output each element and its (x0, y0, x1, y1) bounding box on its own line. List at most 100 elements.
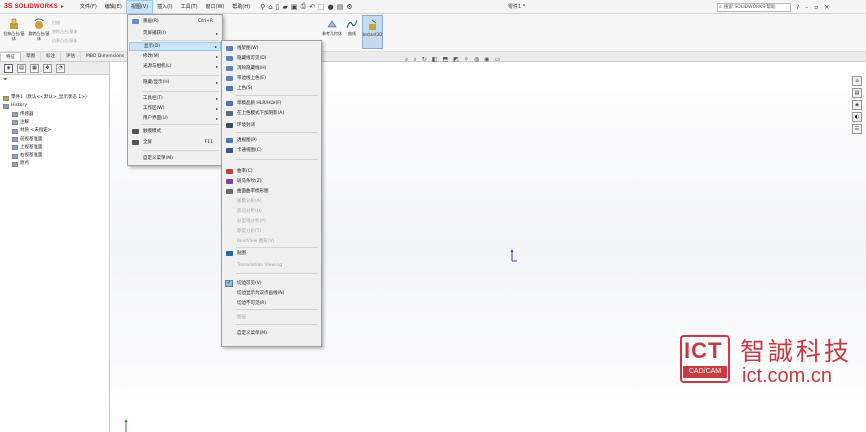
menu-separator (236, 159, 318, 160)
home-icon[interactable]: ⌂ (268, 3, 272, 11)
undo-icon[interactable]: ↶ (309, 3, 315, 11)
select-icon[interactable]: ⬚ (318, 3, 325, 11)
solidworks-resources-icon[interactable]: ⌂ (852, 76, 862, 86)
loft-button[interactable]: 放样凸台/基体 (52, 29, 77, 34)
instant3d-button[interactable]: Instant3D (362, 15, 383, 49)
display-style-icon[interactable]: ◩ (453, 56, 459, 64)
save-icon[interactable]: ▣ (291, 3, 298, 11)
display-menu-item-7[interactable]: 环境封闭 (223, 121, 320, 130)
configuration-manager-tab[interactable]: ▦ (30, 63, 39, 73)
view-menu-item-9[interactable]: 触摸模式 (129, 127, 221, 136)
view-menu-item-3[interactable]: 修改(M) ▸ (129, 52, 221, 61)
open-icon[interactable]: ▰ (283, 3, 288, 11)
view-orientation-icon[interactable]: ⬒ (442, 56, 448, 64)
view-menu-item-10[interactable]: 全屏 F11 (129, 138, 221, 147)
view-menu-item-8[interactable]: 用户界面(U) ▸ (129, 114, 221, 123)
tab-features[interactable]: 特征 (0, 52, 21, 61)
view-menu-item-2[interactable]: 显示(D) ▸ (129, 42, 221, 51)
section-view-icon[interactable]: ◧ (432, 56, 438, 64)
new-document-icon[interactable]: ▯ (276, 3, 280, 11)
view-menu-item-4[interactable]: 光源与相机(L) ▸ (129, 62, 221, 71)
file-explorer-icon[interactable]: ◈ (852, 100, 862, 110)
menu-help[interactable]: 帮助(H) (228, 0, 254, 14)
dimxpert-manager-tab[interactable]: ✥ (43, 63, 52, 73)
appearance-icon[interactable]: ◍ (474, 56, 479, 64)
file-properties-icon[interactable]: ▤ (337, 3, 344, 11)
tab-markup[interactable]: 标注 (41, 52, 61, 61)
tree-item[interactable]: 原点 (12, 161, 29, 167)
close-icon[interactable]: ✕ (824, 4, 829, 11)
view-menu-item-11[interactable]: 自定义菜单(M) (129, 154, 221, 163)
display-menu-item-20[interactable]: ✓ 切边可见(V) (223, 279, 320, 288)
monitor-icon[interactable]: ▭ (494, 56, 500, 64)
options-icon[interactable]: ⚙ (346, 3, 352, 11)
tree-item[interactable]: 右视基准面 (12, 153, 43, 159)
display-menu-item-10[interactable]: 曲率(C) (223, 167, 320, 176)
display-menu-item-24[interactable]: 自定义菜单(M) (223, 329, 320, 338)
appearances-icon[interactable]: ◐ (852, 112, 862, 122)
menu-file[interactable]: 文件(F) (76, 0, 101, 14)
filter-icon[interactable]: ⏷ (0, 75, 109, 84)
display-manager-tab[interactable]: ◔ (56, 63, 65, 73)
display-menu-item-22[interactable]: 切边不可见(R) (223, 299, 320, 308)
tab-evaluate[interactable]: 评估 (61, 52, 81, 61)
restore-icon[interactable]: ▫ (814, 4, 818, 11)
previous-view-icon[interactable]: ↻ (422, 56, 427, 64)
tree-item[interactable]: 前视基准面 (12, 137, 43, 143)
display-menu-item-3[interactable]: 带边线上色(E) (223, 74, 320, 83)
view-menu-item-7[interactable]: 工作区(W) ▸ (129, 104, 221, 113)
boundary-boss-button[interactable]: 边界凸台/基体 (52, 38, 77, 43)
menu-insert[interactable]: 插入(I) (153, 0, 176, 14)
hide-show-icon[interactable]: ✧ (464, 56, 469, 64)
print-icon[interactable]: ⎙ (301, 2, 307, 11)
tree-item[interactable]: 上视基准面 (12, 145, 43, 151)
pin-icon[interactable]: ⚲ (260, 3, 265, 11)
menu-window[interactable]: 窗口(W) (202, 0, 229, 14)
tab-mbd-dimensions[interactable]: MBD Dimensions (81, 52, 131, 61)
display-menu-item-21[interactable]: 切边显示为双点画线(N) (223, 289, 320, 298)
view-menu-item-0[interactable]: 重画(R) Ctrl+R (129, 17, 221, 26)
solidworks-logo[interactable]: 3S SOLIDWORKS ▸ (0, 0, 76, 14)
tree-item[interactable]: 零件1（默认<<默认>_显示状态 1>） (3, 95, 90, 101)
minimize-icon[interactable]: – (805, 4, 808, 11)
display-menu-item-18[interactable]: 贴图 (223, 249, 320, 258)
scene-icon[interactable]: ◉ (484, 56, 489, 64)
menu-separator (236, 132, 318, 133)
zoom-to-fit-icon[interactable]: ⌕ (405, 56, 408, 64)
property-manager-tab[interactable]: ▤ (17, 63, 26, 73)
feature-manager-tab[interactable]: ◈ (4, 63, 13, 73)
view-menu-item-5[interactable]: 隐藏/显示(H) ▸ (129, 78, 221, 87)
display-menu-item-12[interactable]: 曲面曲率梳形图 (223, 187, 320, 196)
display-menu-item-2[interactable]: 消除隐藏线(H) (223, 64, 320, 73)
zoom-area-icon[interactable]: ⌕ (413, 56, 416, 64)
display-menu-item-4[interactable]: 上色(S) (223, 84, 320, 93)
menu-view[interactable]: 视图(V) (125, 0, 154, 14)
reference-geometry-button[interactable]: 参考几何体 (322, 18, 342, 36)
rebuild-icon[interactable]: ● (328, 3, 334, 11)
custom-properties-icon[interactable]: ☷ (852, 124, 862, 134)
menu-tools[interactable]: 工具(T) (177, 0, 202, 14)
help-search-input[interactable]: ⌕ 搜索 SOLIDWORKS 帮助 (717, 3, 791, 12)
display-menu-item-6[interactable]: 在上色模式下加阴影(A) (223, 109, 320, 118)
tree-item[interactable]: 注解 (12, 120, 29, 126)
curves-button[interactable]: 曲线 (344, 18, 360, 36)
revolved-boss-button[interactable]: 旋转凸台/基体 (28, 18, 50, 41)
sweep-button[interactable]: 扫描 (52, 20, 60, 25)
tab-sketch[interactable]: 草图 (21, 52, 41, 61)
tree-item[interactable]: 材质 <未指定> (12, 128, 51, 134)
menu-edit[interactable]: 编辑(E) (101, 0, 126, 14)
help-icon[interactable]: ? (796, 4, 799, 11)
display-menu-item-11[interactable]: 斑马条纹(Z) (223, 177, 320, 186)
view-menu-item-6[interactable]: 工具栏(T) ▸ (129, 94, 221, 103)
tree-item[interactable]: 传感器 (12, 112, 34, 118)
extruded-boss-button[interactable]: 拉伸凸台/基体 (3, 18, 25, 41)
tree-item[interactable]: History (3, 103, 27, 109)
display-menu-item-8[interactable]: 透视图(P) (223, 136, 320, 145)
display-menu-item-1[interactable]: 隐藏线可见(D) (223, 54, 320, 63)
display-menu-item-9[interactable]: 卡通视图(C) (223, 146, 320, 155)
display-menu-item-5[interactable]: 草稿品质 HLR/HLV(F) (223, 99, 320, 108)
design-library-icon[interactable]: ▤ (852, 88, 862, 98)
display-menu-item-0[interactable]: 线架图(W) (223, 44, 320, 53)
view-menu-item-1[interactable]: 荧屏捕获(I) ▸ (129, 29, 221, 38)
menu-expand-icon[interactable]: ▸ (61, 3, 64, 10)
